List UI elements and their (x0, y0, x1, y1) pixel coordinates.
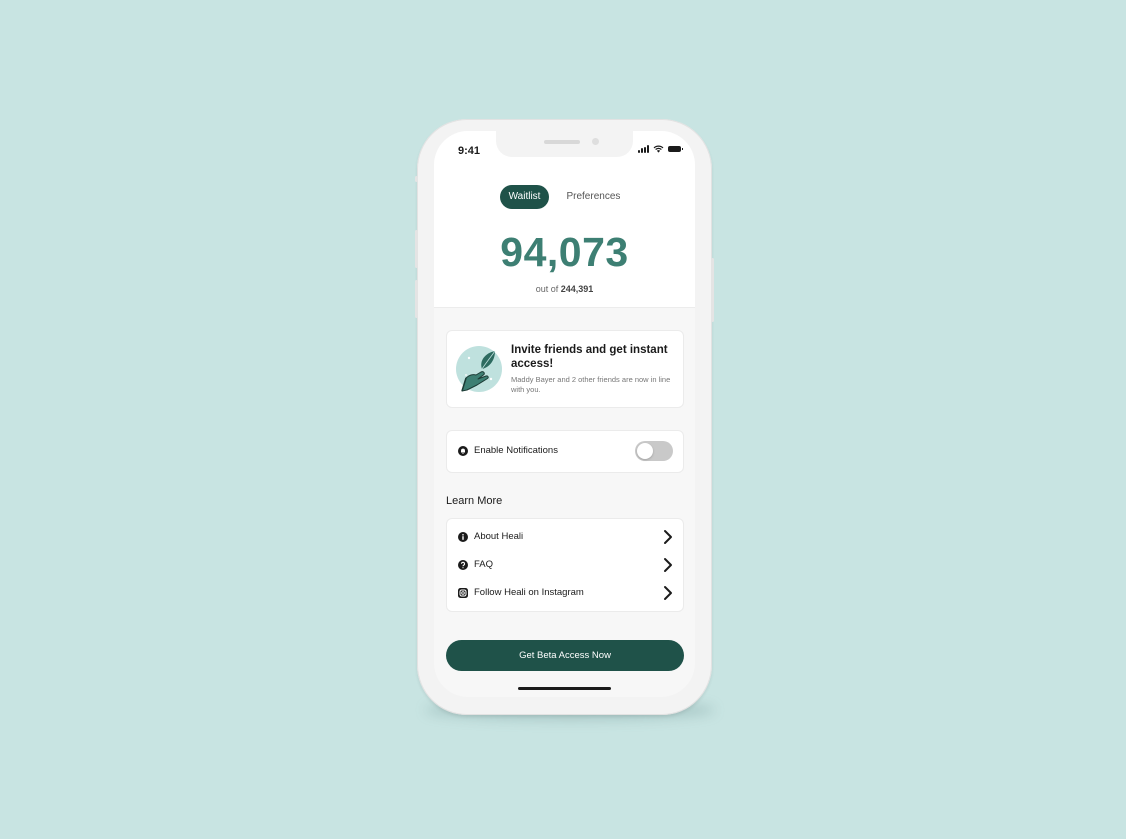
faq-link[interactable]: FAQ (447, 553, 683, 577)
notifications-card: Enable Notifications (446, 430, 684, 473)
learn-more-card: About Heali FAQ Follow Heali on Instagra… (446, 518, 684, 612)
instagram-label: Follow Heali on Instagram (474, 587, 584, 598)
signal-icon (638, 145, 649, 153)
instagram-icon (458, 588, 468, 598)
question-icon (458, 560, 468, 570)
get-beta-access-button[interactable]: Get Beta Access Now (446, 640, 684, 671)
status-icons (638, 145, 683, 153)
tab-preferences[interactable]: Preferences (557, 185, 629, 209)
front-camera (592, 138, 599, 145)
waitlist-header-card: Waitlist Preferences 94,073 out of 244,3… (434, 131, 695, 308)
notifications-toggle[interactable] (635, 441, 673, 461)
toggle-knob (637, 443, 653, 459)
out-of-label: out of (535, 284, 559, 294)
notifications-label: Enable Notifications (474, 445, 558, 456)
phone-side-button (711, 258, 714, 322)
chevron-right-icon (664, 530, 672, 544)
phone-screen: Waitlist Preferences 94,073 out of 244,3… (434, 131, 695, 697)
waitlist-total: out of 244,391 (434, 284, 695, 294)
invite-title: Invite friends and get instant access! (511, 344, 668, 370)
faq-label: FAQ (474, 559, 494, 570)
phone-notch (496, 131, 633, 157)
home-indicator (518, 687, 611, 690)
tab-bar: Waitlist Preferences (434, 185, 695, 209)
phone-side-button (415, 280, 418, 318)
invite-subtitle: Maddy Bayer and 2 other friends are now … (511, 375, 671, 394)
status-time: 9:41 (458, 145, 481, 157)
mockup-stage: Waitlist Preferences 94,073 out of 244,3… (0, 0, 1126, 839)
instagram-link[interactable]: Follow Heali on Instagram (447, 581, 683, 605)
phone-side-button (415, 230, 418, 268)
tab-waitlist[interactable]: Waitlist (499, 185, 550, 209)
phone-side-button (415, 176, 418, 182)
invite-card[interactable]: Invite friends and get instant access! M… (446, 330, 684, 408)
chevron-right-icon (664, 558, 672, 572)
info-icon (458, 532, 468, 542)
wifi-icon (653, 145, 664, 153)
speaker-grille (544, 140, 580, 144)
waitlist-position: 94,073 (500, 229, 629, 275)
learn-more-heading: Learn More (446, 495, 503, 507)
bell-icon (458, 446, 468, 456)
battery-icon (668, 146, 683, 152)
total-count: 244,391 (560, 284, 594, 294)
about-heali-label: About Heali (474, 531, 524, 542)
about-heali-link[interactable]: About Heali (447, 525, 683, 549)
chevron-right-icon (664, 586, 672, 600)
hand-leaf-icon (456, 346, 502, 392)
